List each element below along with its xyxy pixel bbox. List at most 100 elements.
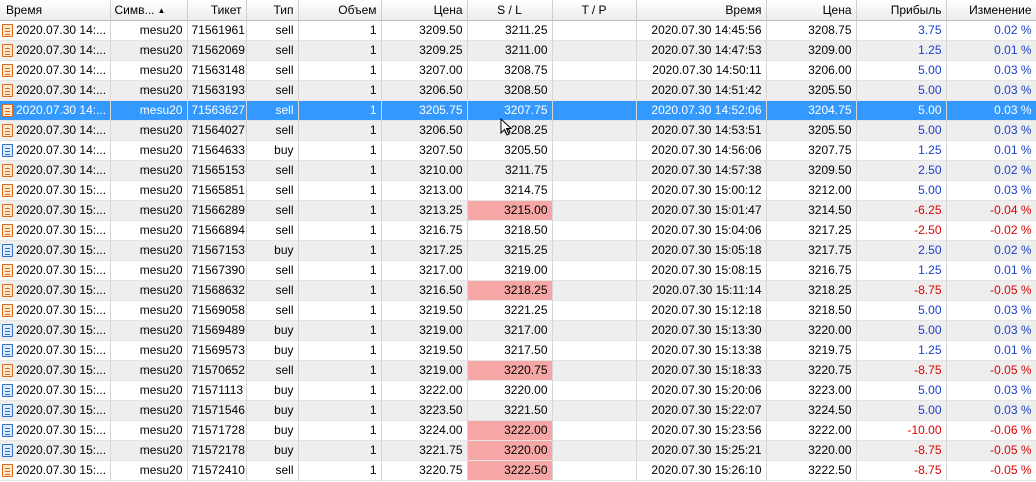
- cell-close-time: 2020.07.30 14:47:53: [636, 40, 767, 60]
- cell-ticket: 71562069: [187, 40, 247, 60]
- cell-take-profit: [552, 340, 637, 360]
- cell-ticket-text: 71571728: [191, 423, 245, 437]
- cell-symbol: mesu20: [110, 300, 188, 320]
- table-row[interactable]: 2020.07.30 15:... mesu20 71565851 sell 1 3213…: [0, 180, 1036, 200]
- column-header-symbol[interactable]: Симв... ▲: [110, 0, 188, 21]
- cell-volume: 1: [298, 440, 382, 460]
- column-header-close-price[interactable]: Цена: [766, 0, 857, 21]
- cell-volume-text: 1: [369, 263, 377, 277]
- cell-change: 0.03 %: [946, 400, 1036, 420]
- cell-type: buy: [246, 140, 299, 160]
- cell-stop-loss-text: 3211.75: [505, 163, 548, 177]
- table-row[interactable]: 2020.07.30 15:... mesu20 71566289 sell 1 3213…: [0, 200, 1036, 220]
- table-row[interactable]: 2020.07.30 14:... mesu20 71563193 sell 1 3206…: [0, 80, 1036, 100]
- table-row[interactable]: 2020.07.30 15:... mesu20 71571728 buy 1 3224.…: [0, 420, 1036, 440]
- cell-open-price-text: 3219.00: [419, 363, 463, 377]
- cell-close-price-text: 3216.75: [808, 263, 852, 277]
- table-row[interactable]: 2020.07.30 15:... mesu20 71567390 sell 1 3217…: [0, 260, 1036, 280]
- cell-profit-text: 5.00: [918, 83, 942, 97]
- cell-close-time: 2020.07.30 14:57:38: [636, 160, 767, 180]
- column-header-close-time[interactable]: Время: [636, 0, 767, 21]
- table-row[interactable]: 2020.07.30 14:... mesu20 71563627 sell 1 3205…: [0, 100, 1036, 120]
- cell-stop-loss-text: 3220.00: [504, 443, 548, 457]
- cell-symbol: mesu20: [110, 340, 188, 360]
- cell-type: sell: [246, 360, 299, 380]
- table-row[interactable]: 2020.07.30 14:... mesu20 71561961 sell 1 3209…: [0, 20, 1036, 40]
- cell-type: buy: [246, 340, 299, 360]
- cell-symbol-text: mesu20: [139, 343, 183, 357]
- cell-symbol: mesu20: [110, 380, 188, 400]
- cell-open-time: 2020.07.30 15:...: [0, 280, 111, 300]
- cell-profit-text: -2.50: [914, 223, 942, 237]
- sell-order-icon: [2, 44, 13, 57]
- cell-profit-text: 2.50: [918, 163, 942, 177]
- cell-type: sell: [246, 20, 299, 40]
- cell-close-time-text: 2020.07.30 14:56:06: [651, 143, 762, 157]
- table-row[interactable]: 2020.07.30 15:... mesu20 71571113 buy 1 3222.…: [0, 380, 1036, 400]
- cell-volume: 1: [298, 140, 382, 160]
- column-header-open-time[interactable]: Время: [0, 0, 111, 21]
- cell-close-time-text: 2020.07.30 15:13:30: [651, 323, 762, 337]
- cell-symbol: mesu20: [110, 20, 188, 40]
- column-header-change[interactable]: Изменение: [946, 0, 1036, 21]
- table-row[interactable]: 2020.07.30 14:... mesu20 71563148 sell 1 3207…: [0, 60, 1036, 80]
- cell-open-price: 3209.50: [381, 20, 468, 40]
- column-header-stop-loss[interactable]: S / L: [467, 0, 553, 21]
- table-row[interactable]: 2020.07.30 15:... mesu20 71569058 sell 1 3219…: [0, 300, 1036, 320]
- cell-close-price-text: 3219.75: [808, 343, 852, 357]
- cell-stop-loss: 3220.75: [467, 360, 553, 380]
- cell-ticket-text: 71568632: [191, 283, 245, 297]
- table-row[interactable]: 2020.07.30 15:... mesu20 71571546 buy 1 3223.…: [0, 400, 1036, 420]
- cell-stop-loss-text: 3208.75: [504, 63, 548, 77]
- table-row[interactable]: 2020.07.30 14:... mesu20 71564027 sell 1 3206…: [0, 120, 1036, 140]
- cell-open-price-text: 3216.50: [419, 283, 463, 297]
- cell-symbol-text: mesu20: [139, 103, 183, 117]
- cell-volume-text: 1: [369, 403, 377, 417]
- table-row[interactable]: 2020.07.30 14:... mesu20 71564633 buy 1 3207.…: [0, 140, 1036, 160]
- cell-type-text: sell: [275, 463, 294, 477]
- cell-open-price: 3209.25: [381, 40, 468, 60]
- cell-open-price-text: 3216.75: [419, 223, 463, 237]
- cell-stop-loss: 3222.00: [467, 420, 553, 440]
- table-row[interactable]: 2020.07.30 15:... mesu20 71572178 buy 1 3221.…: [0, 440, 1036, 460]
- cell-open-time-text: 2020.07.30 14:...: [16, 123, 107, 137]
- cell-volume-text: 1: [369, 143, 377, 157]
- cell-ticket-text: 71562069: [191, 43, 245, 57]
- cell-close-price-text: 3209.00: [808, 43, 852, 57]
- cell-close-price-text: 3205.50: [808, 83, 852, 97]
- table-row[interactable]: 2020.07.30 15:... mesu20 71569489 buy 1 3219.…: [0, 320, 1036, 340]
- cell-open-price-text: 3217.25: [419, 243, 463, 257]
- table-row[interactable]: 2020.07.30 15:... mesu20 71568632 sell 1 3216…: [0, 280, 1036, 300]
- cell-open-price-text: 3222.00: [419, 383, 463, 397]
- column-header-label: S / L: [497, 2, 522, 17]
- table-row[interactable]: 2020.07.30 14:... mesu20 71562069 sell 1 3209…: [0, 40, 1036, 60]
- cell-ticket-text: 71565851: [191, 183, 245, 197]
- table-row[interactable]: 2020.07.30 14:... mesu20 71565153 sell 1 3210…: [0, 160, 1036, 180]
- cell-change: 0.03 %: [946, 320, 1036, 340]
- cell-open-time-text: 2020.07.30 15:...: [16, 223, 107, 237]
- cell-close-time-text: 2020.07.30 15:12:18: [651, 303, 762, 317]
- column-header-volume[interactable]: Объем: [298, 0, 382, 21]
- cell-symbol: mesu20: [110, 360, 188, 380]
- column-header-profit[interactable]: Прибыль: [856, 0, 947, 21]
- table-row[interactable]: 2020.07.30 15:... mesu20 71572410 sell 1 3220…: [0, 460, 1036, 480]
- table-row[interactable]: 2020.07.30 15:... mesu20 71567153 buy 1 3217.…: [0, 240, 1036, 260]
- cell-stop-loss: 3208.50: [467, 80, 553, 100]
- column-header-open-price[interactable]: Цена: [381, 0, 468, 21]
- cell-open-time-text: 2020.07.30 14:...: [16, 83, 107, 97]
- cell-close-time: 2020.07.30 15:25:21: [636, 440, 767, 460]
- cell-close-price-text: 3217.25: [808, 223, 852, 237]
- cell-take-profit: [552, 120, 637, 140]
- column-header-type[interactable]: Тип: [246, 0, 299, 21]
- cell-open-time-text: 2020.07.30 15:...: [16, 283, 107, 297]
- table-row[interactable]: 2020.07.30 15:... mesu20 71566894 sell 1 3216…: [0, 220, 1036, 240]
- cell-close-time: 2020.07.30 15:23:56: [636, 420, 767, 440]
- column-header-ticket[interactable]: Тикет: [187, 0, 247, 21]
- cell-close-price: 3214.50: [766, 200, 857, 220]
- cell-take-profit: [552, 420, 637, 440]
- column-header-take-profit[interactable]: T / P: [552, 0, 637, 21]
- cell-ticket-text: 71569058: [191, 303, 245, 317]
- cell-open-time: 2020.07.30 15:...: [0, 300, 111, 320]
- table-row[interactable]: 2020.07.30 15:... mesu20 71570652 sell 1 3219…: [0, 360, 1036, 380]
- table-row[interactable]: 2020.07.30 15:... mesu20 71569573 buy 1 3219.…: [0, 340, 1036, 360]
